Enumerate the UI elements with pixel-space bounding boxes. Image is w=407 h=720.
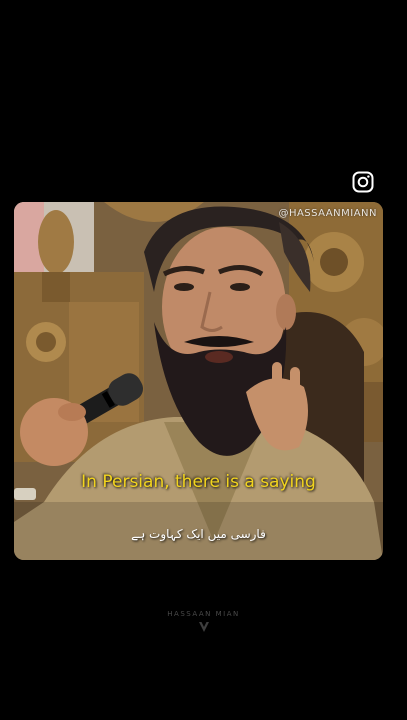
brand-watermark: HASSAAN MIAN [0,610,407,634]
instagram-icon[interactable] [352,171,374,193]
brand-logo-icon [198,622,209,632]
subtitle-caption: In Persian, there is a saying [81,472,316,492]
brand-name: HASSAAN MIAN [167,610,240,618]
video-scene-image [14,202,383,560]
creator-handle: @HASSAANMIANN [278,208,377,219]
subtitle-urdu: فارسی میں ایک کہاوت ہے [131,527,266,541]
video-frame[interactable]: @HASSAANMIANN In Persian, there is a say… [14,202,383,560]
